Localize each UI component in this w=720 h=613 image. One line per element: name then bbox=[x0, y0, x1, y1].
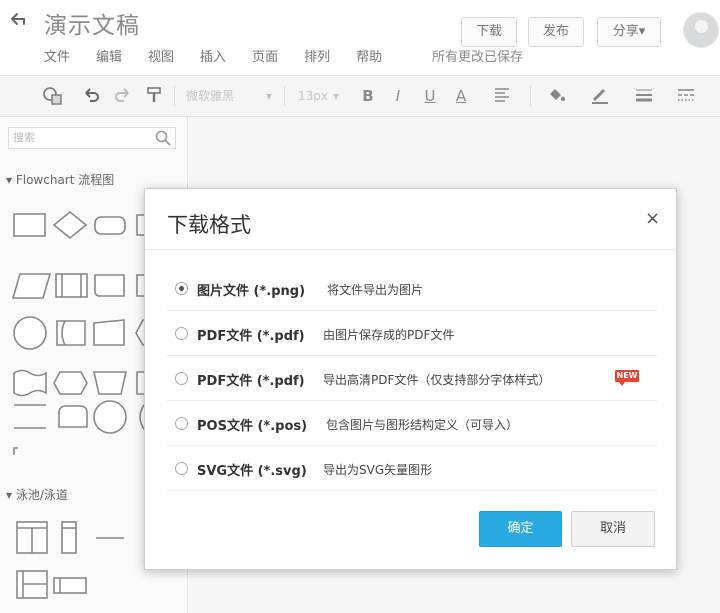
shape-rectangle bbox=[13, 213, 46, 237]
menu-item-file[interactable]: 文件 bbox=[44, 46, 70, 65]
divider bbox=[145, 249, 676, 250]
dialog-title: 下载格式 bbox=[167, 213, 251, 237]
shape-process bbox=[55, 273, 88, 298]
font-family-select[interactable]: 微软雅黑 bbox=[186, 85, 266, 107]
format-description: 导出为SVG矢量图形 bbox=[323, 463, 433, 477]
font-color-button[interactable]: A bbox=[451, 85, 471, 107]
shape-diamond bbox=[52, 210, 88, 240]
format-description: 由图片保存成的PDF文件 bbox=[323, 328, 455, 342]
chevron-down-icon: ▾ bbox=[332, 89, 340, 103]
radio-button[interactable] bbox=[175, 417, 188, 430]
bold-button[interactable]: B bbox=[358, 85, 378, 107]
new-badge: NEW bbox=[615, 370, 639, 386]
publish-button[interactable]: 发布 bbox=[528, 17, 584, 47]
format-name: POS文件 (*.pos) bbox=[197, 419, 308, 434]
fill-color-icon[interactable] bbox=[544, 85, 568, 107]
radio-button[interactable] bbox=[175, 462, 188, 475]
back-arrow-icon[interactable] bbox=[8, 10, 30, 32]
shape-bracket bbox=[13, 447, 18, 455]
menu-bar: 文件 编辑 视图 插入 页面 排列 帮助 bbox=[44, 46, 408, 65]
menu-item-page[interactable]: 页面 bbox=[252, 46, 278, 65]
section-swimlane-title[interactable]: ▾ 泳池/泳道 bbox=[6, 486, 68, 503]
expand-triangle-icon: ▾ bbox=[6, 173, 16, 187]
format-description: 包含图片与图形结构定义（可导入） bbox=[326, 418, 519, 432]
format-option-png[interactable]: 图片文件 (*.png) 将文件导出为图片 bbox=[167, 267, 657, 311]
radio-button-checked[interactable] bbox=[175, 282, 188, 295]
format-painter-icon[interactable] bbox=[40, 85, 66, 107]
menu-item-view[interactable]: 视图 bbox=[148, 46, 174, 65]
shape-trapezoid bbox=[92, 371, 128, 395]
format-description: 将文件导出为图片 bbox=[327, 283, 424, 297]
underline-button[interactable]: U bbox=[420, 85, 440, 107]
shape-lane-vertical bbox=[61, 521, 77, 554]
swimlane-shapes bbox=[16, 521, 124, 599]
redo-icon[interactable] bbox=[112, 85, 134, 107]
download-format-dialog: 下载格式 × 图片文件 (*.png) 将文件导出为图片 PDF文件 (*.pd… bbox=[144, 188, 677, 570]
cancel-button[interactable]: 取消 bbox=[571, 511, 655, 547]
share-button[interactable]: 分享▾ bbox=[597, 17, 661, 47]
line-color-icon[interactable] bbox=[588, 85, 612, 107]
confirm-button[interactable]: 确定 bbox=[479, 511, 562, 547]
font-size-select[interactable]: 13px bbox=[296, 85, 330, 107]
format-toolbar: 微软雅黑 ▾ 13px ▾ B I U A bbox=[0, 75, 720, 117]
radio-button[interactable] bbox=[175, 372, 188, 385]
undo-icon[interactable] bbox=[80, 85, 102, 107]
chevron-down-icon: ▾ bbox=[265, 89, 273, 103]
expand-triangle-icon: ▾ bbox=[6, 488, 16, 502]
app-header: 演示文稿 文件 编辑 视图 插入 页面 排列 帮助 所有更改已保存 下载 发布 … bbox=[0, 0, 720, 75]
format-option-pdf-hd[interactable]: PDF文件 (*.pdf) 导出高清PDF文件（仅支持部分字体样式） NEW bbox=[167, 357, 657, 401]
download-button[interactable]: 下载 bbox=[461, 17, 517, 47]
shape-parallelogram bbox=[11, 273, 52, 299]
shape-card bbox=[93, 319, 125, 346]
format-name: PDF文件 (*.pdf) bbox=[197, 374, 305, 389]
format-name: PDF文件 (*.pdf) bbox=[197, 329, 305, 344]
document-title[interactable]: 演示文稿 bbox=[44, 6, 140, 40]
format-option-svg[interactable]: SVG文件 (*.svg) 导出为SVG矢量图形 bbox=[167, 447, 657, 491]
shape-rounded-rect bbox=[94, 216, 126, 235]
shape-hexagon bbox=[53, 371, 88, 395]
menu-item-insert[interactable]: 插入 bbox=[200, 46, 226, 65]
save-status: 所有更改已保存 bbox=[432, 50, 524, 65]
format-name: 图片文件 (*.png) bbox=[197, 284, 306, 299]
search-icon[interactable] bbox=[154, 129, 172, 147]
shape-lane-horizontal bbox=[53, 577, 87, 594]
menu-item-help[interactable]: 帮助 bbox=[356, 46, 382, 65]
format-option-pos[interactable]: POS文件 (*.pos) 包含图片与图形结构定义（可导入） bbox=[167, 402, 657, 446]
paint-brush-icon[interactable] bbox=[143, 85, 165, 107]
italic-button[interactable]: I bbox=[388, 85, 408, 107]
format-option-pdf-image[interactable]: PDF文件 (*.pdf) 由图片保存成的PDF文件 bbox=[167, 312, 657, 356]
shape-tape bbox=[13, 369, 47, 397]
section-flowchart-label: Flowchart 流程图 bbox=[15, 173, 115, 187]
line-style-icon[interactable] bbox=[674, 85, 698, 107]
section-swimlane-label: 泳池/泳道 bbox=[15, 488, 68, 502]
line-width-icon[interactable] bbox=[632, 85, 656, 107]
search-input[interactable]: 搜索 bbox=[8, 127, 176, 149]
shape-stored-data bbox=[94, 274, 125, 297]
avatar[interactable] bbox=[683, 12, 719, 48]
align-icon[interactable] bbox=[490, 85, 514, 107]
format-description: 导出高清PDF文件（仅支持部分字体样式） bbox=[323, 373, 551, 387]
shape-delay bbox=[58, 405, 88, 428]
menu-item-arrange[interactable]: 排列 bbox=[304, 46, 330, 65]
format-name: SVG文件 (*.svg) bbox=[197, 464, 307, 479]
section-flowchart-title[interactable]: ▾ Flowchart 流程图 bbox=[6, 171, 114, 188]
close-icon[interactable]: × bbox=[645, 208, 660, 229]
radio-button[interactable] bbox=[175, 327, 188, 340]
shape-circle-2 bbox=[93, 400, 127, 434]
menu-item-edit[interactable]: 编辑 bbox=[96, 46, 122, 65]
shape-circle bbox=[13, 316, 47, 350]
